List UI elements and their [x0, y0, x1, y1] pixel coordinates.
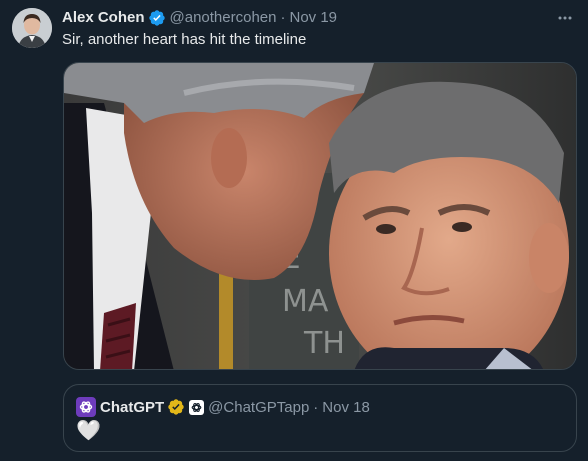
tweet-photo[interactable]: KE MA TH: [63, 62, 577, 370]
quoted-separator: ·: [313, 398, 319, 416]
header-separator: ·: [280, 9, 286, 26]
openai-affiliate-icon[interactable]: [189, 399, 205, 415]
tweet-date[interactable]: Nov 19: [290, 8, 338, 28]
tweet-text: Sir, another heart has hit the timeline: [62, 31, 307, 48]
board-line-3: TH: [303, 326, 345, 361]
quoted-display-name[interactable]: ChatGPT: [100, 399, 164, 416]
verified-badge-icon[interactable]: [148, 9, 166, 27]
quoted-tweet[interactable]: ChatGPT @ChatGPTapp · Nov 18 🤍: [63, 384, 577, 452]
quoted-tweet-text: 🤍: [76, 420, 101, 442]
tweet-header: Alex Cohen @anothercohen · Nov 19: [62, 8, 576, 28]
board-line-2: MA: [282, 284, 329, 319]
author-avatar[interactable]: [12, 8, 52, 48]
chatgpt-avatar[interactable]: [76, 397, 96, 417]
author-handle[interactable]: @anothercohen: [170, 8, 277, 28]
author-display-name[interactable]: Alex Cohen: [62, 8, 145, 28]
quoted-tweet-header: ChatGPT @ChatGPTapp · Nov 18: [76, 397, 564, 417]
quoted-handle[interactable]: @ChatGPTapp: [208, 399, 309, 416]
quoted-date[interactable]: Nov 18: [322, 399, 370, 416]
gold-verified-badge-icon[interactable]: [167, 398, 185, 416]
openai-logo-icon: [79, 401, 93, 413]
more-options-icon[interactable]: [554, 8, 576, 28]
